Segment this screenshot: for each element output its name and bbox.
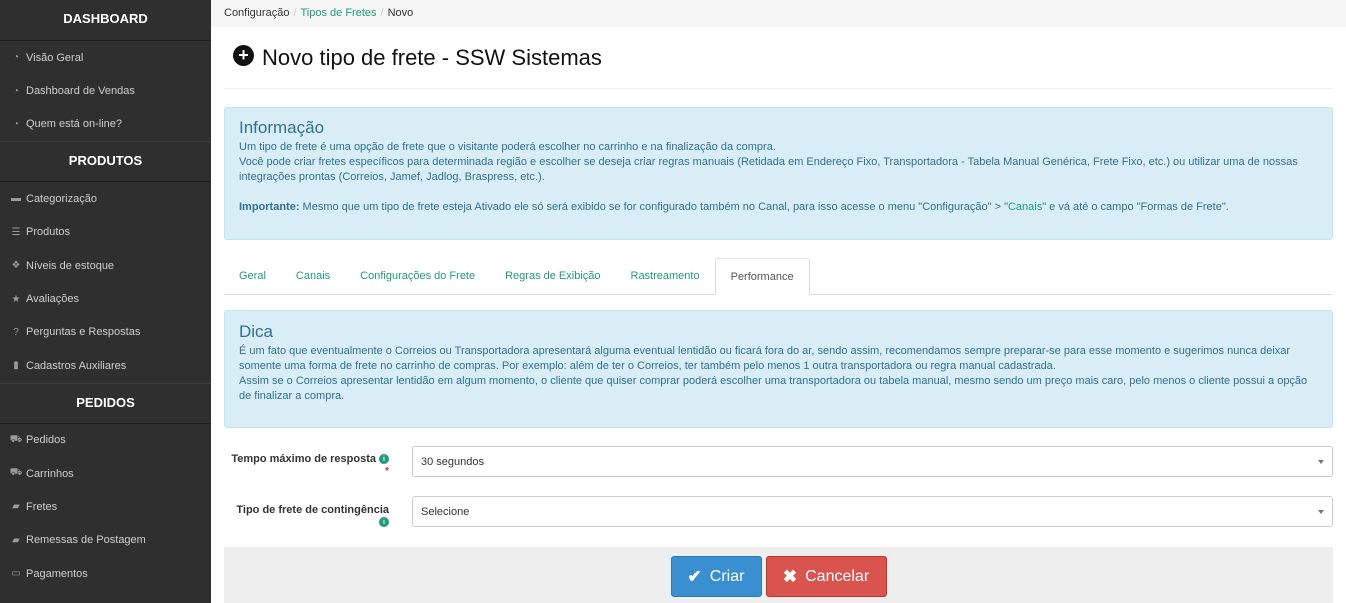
sidebar-section-dashboard: DASHBOARD xyxy=(0,0,211,41)
breadcrumb-item-configuracao[interactable]: Configuração xyxy=(224,7,289,19)
timeout-label: Tempo máximo de resposta i * xyxy=(231,453,389,477)
tab-geral[interactable]: Geral xyxy=(224,258,281,294)
folder-icon: ▬ xyxy=(11,193,21,205)
fallback-label: Tipo de frete de contingência i xyxy=(236,504,389,528)
info-alert-important: Importante: Mesmo que um tipo de frete e… xyxy=(239,201,1229,213)
sidebar-item-carrinhos[interactable]: ⛟ Carrinhos xyxy=(0,457,211,490)
sidebar: DASHBOARD ◔ Visão Geral ◔ Dashboard de Ven… xyxy=(0,0,211,603)
plus-circle-icon: + xyxy=(233,45,254,66)
tip-alert: Dica É um fato que eventualmente o Corre… xyxy=(224,310,1333,428)
timeout-select[interactable]: 30 segundos xyxy=(412,446,1333,477)
sidebar-item-niveis-estoque[interactable]: ❖ Níveis de estoque xyxy=(0,249,211,282)
tab-performance[interactable]: Performance xyxy=(714,258,810,295)
file-icon: ▮ xyxy=(13,360,19,372)
page-title: Novo tipo de frete - SSW Sistemas xyxy=(262,44,602,70)
tab-configuracoes-frete[interactable]: Configurações do Frete xyxy=(345,258,490,294)
dashboard-icon: ◔ xyxy=(12,118,20,130)
required-mark: * xyxy=(385,466,389,477)
sidebar-item-cadastros-auxiliares[interactable]: ▮ Cadastros Auxiliares xyxy=(0,349,211,382)
cart-icon: ⛟ xyxy=(9,467,23,479)
breadcrumb-item-tipos-fretes[interactable]: Tipos de Fretes xyxy=(301,7,377,19)
sidebar-item-quem-online[interactable]: ◔ Quem está on-line? xyxy=(0,108,211,141)
info-icon[interactable]: i xyxy=(379,517,389,528)
info-alert-line1: Um tipo de frete é uma opção de frete qu… xyxy=(239,141,776,153)
info-alert: Informação Um tipo de frete é uma opção … xyxy=(224,107,1333,240)
breadcrumb-separator: / xyxy=(293,7,297,19)
main-content: Configuração / Tipos de Fretes / Novo + Novo… xyxy=(211,0,1346,603)
cancel-button[interactable]: ✖ Cancelar xyxy=(765,556,887,597)
question-icon: ? xyxy=(13,326,19,338)
sidebar-item-categorizacao[interactable]: ▬ Categorização xyxy=(0,182,211,215)
timeout-row: Tempo máximo de resposta i * 30 segundos xyxy=(224,446,1333,482)
info-icon[interactable]: i xyxy=(379,454,389,465)
sidebar-item-fretes[interactable]: ▰ Fretes xyxy=(0,490,211,523)
list-icon: ☰ xyxy=(11,226,21,238)
sidebar-item-produtos[interactable]: ☰ Produtos xyxy=(0,216,211,249)
sidebar-item-remessas-postagem[interactable]: ▰ Remessas de Postagem xyxy=(0,524,211,557)
sidebar-item-pedidos[interactable]: ⛟ Pedidos xyxy=(0,424,211,457)
sidebar-section-produtos: PRODUTOS xyxy=(0,141,211,183)
page-header: + Novo tipo de frete - SSW Sistemas xyxy=(224,27,1333,89)
sidebar-item-perguntas-respostas[interactable]: ? Perguntas e Respostas xyxy=(0,316,211,349)
tip-alert-line2: Assim se o Correios apresentar lentidão … xyxy=(239,375,1308,402)
tab-regras-exibicao[interactable]: Regras de Exibição xyxy=(490,258,615,294)
cubes-icon: ❖ xyxy=(11,260,21,272)
fallback-select[interactable]: Selecione xyxy=(412,496,1333,527)
tip-alert-title: Dica xyxy=(239,322,274,341)
truck-icon: ▰ xyxy=(12,534,20,546)
star-icon: ★ xyxy=(11,293,21,305)
chevron-down-icon xyxy=(1318,510,1324,514)
dashboard-icon: ◔ xyxy=(12,52,20,64)
info-alert-title: Informação xyxy=(239,118,325,137)
sidebar-item-pagamentos[interactable]: ▭ Pagamentos xyxy=(0,557,211,590)
tab-bar: Geral Canais Configurações do Frete Regr… xyxy=(224,258,1333,295)
create-button[interactable]: ✔ Criar xyxy=(670,556,762,597)
breadcrumb-item-novo: Novo xyxy=(387,7,414,19)
canais-link[interactable]: Canais xyxy=(1008,201,1042,213)
form-actions: ✔ Criar ✖ Cancelar xyxy=(224,547,1333,603)
breadcrumb: Configuração / Tipos de Fretes / Novo xyxy=(211,0,1346,27)
tab-canais[interactable]: Canais xyxy=(281,258,345,294)
close-icon: ✖ xyxy=(782,566,798,586)
truck-icon: ▰ xyxy=(12,501,20,513)
fallback-row: Tipo de frete de contingência i Selecione xyxy=(224,496,1333,532)
sidebar-item-avaliacoes[interactable]: ★ Avaliações xyxy=(0,282,211,315)
dashboard-icon: ◔ xyxy=(12,85,20,97)
sidebar-item-visao-geral[interactable]: ◔ Visão Geral xyxy=(0,41,211,74)
info-alert-line2: Você pode criar fretes específicos para … xyxy=(239,156,1298,183)
chevron-down-icon xyxy=(1318,460,1324,464)
check-icon: ✔ xyxy=(687,566,702,586)
sidebar-section-pedidos: PEDIDOS xyxy=(0,382,211,424)
tab-rastreamento[interactable]: Rastreamento xyxy=(616,258,715,294)
cart-icon: ⛟ xyxy=(9,433,23,445)
tip-alert-line1: É um fato que eventualmente o Correios o… xyxy=(239,345,1291,372)
breadcrumb-separator: / xyxy=(380,7,384,19)
sidebar-item-dashboard-vendas[interactable]: ◔ Dashboard de Vendas xyxy=(0,74,211,107)
card-icon: ▭ xyxy=(11,568,21,580)
